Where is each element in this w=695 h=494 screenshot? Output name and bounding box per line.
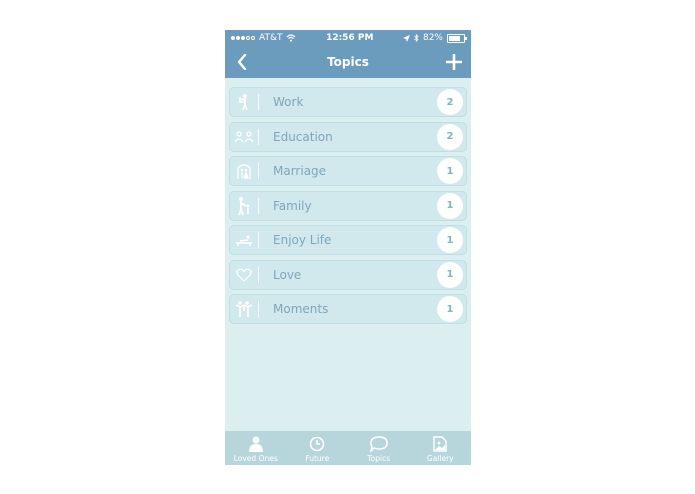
tab-gallery[interactable]: Gallery (410, 431, 470, 465)
phone-screen: AT&T 12:56 PM 82% Topics Work 2 Educatio… (225, 30, 471, 465)
speech-bubble-icon (369, 435, 388, 453)
topics-list: Work 2 Education 2 Marriage 1 Family 1 E… (225, 78, 471, 324)
back-button[interactable] (231, 51, 253, 73)
tab-future[interactable]: Future (287, 431, 347, 465)
gallery-icon (433, 435, 447, 453)
page-title: Topics (327, 55, 369, 69)
work-icon (230, 88, 258, 116)
tab-label: Future (305, 454, 330, 463)
navigation-bar: Topics (225, 46, 471, 78)
tab-loved-ones[interactable]: Loved Ones (226, 431, 286, 465)
marriage-icon (230, 157, 258, 185)
signal-icon (231, 36, 255, 40)
topic-row-family[interactable]: Family 1 (229, 190, 467, 221)
enjoy-life-icon (230, 226, 258, 254)
topic-count-badge: 1 (437, 261, 463, 288)
education-icon (230, 123, 258, 151)
topic-count-badge: 1 (437, 296, 463, 322)
topic-row-moments[interactable]: Moments 1 (229, 294, 467, 324)
topic-count-badge: 2 (437, 89, 463, 115)
status-time: 12:56 PM (326, 33, 374, 43)
heart-icon (230, 261, 258, 289)
carrier-label: AT&T (259, 33, 283, 43)
bluetooth-icon (414, 34, 419, 42)
person-icon (248, 435, 263, 453)
topic-count-badge: 1 (437, 158, 463, 184)
tab-bar: Loved Ones Future Topics Gallery (225, 431, 471, 465)
topic-row-work[interactable]: Work 2 (229, 87, 467, 117)
battery-icon (447, 33, 467, 43)
topic-count-badge: 2 (437, 123, 463, 150)
add-topic-button[interactable] (443, 51, 465, 73)
clock-icon (309, 435, 325, 453)
chevron-left-icon (237, 54, 247, 70)
topic-row-enjoy-life[interactable]: Enjoy Life 1 (229, 225, 467, 255)
wifi-icon (287, 34, 296, 42)
topic-row-marriage[interactable]: Marriage 1 (229, 156, 467, 186)
topic-row-education[interactable]: Education 2 (229, 121, 467, 152)
tab-label: Gallery (426, 454, 454, 463)
moments-icon (230, 295, 258, 323)
tab-topics[interactable]: Topics (349, 431, 409, 465)
topic-count-badge: 1 (437, 227, 463, 253)
status-bar: AT&T 12:56 PM 82% (225, 30, 471, 46)
battery-percent: 82% (422, 33, 443, 43)
family-icon (230, 192, 258, 220)
plus-icon (446, 54, 462, 70)
location-arrow-icon (402, 34, 410, 42)
tab-label: Loved Ones (233, 454, 278, 463)
topic-row-love[interactable]: Love 1 (229, 259, 467, 290)
tab-label: Topics (367, 454, 391, 463)
topic-count-badge: 1 (437, 192, 463, 219)
